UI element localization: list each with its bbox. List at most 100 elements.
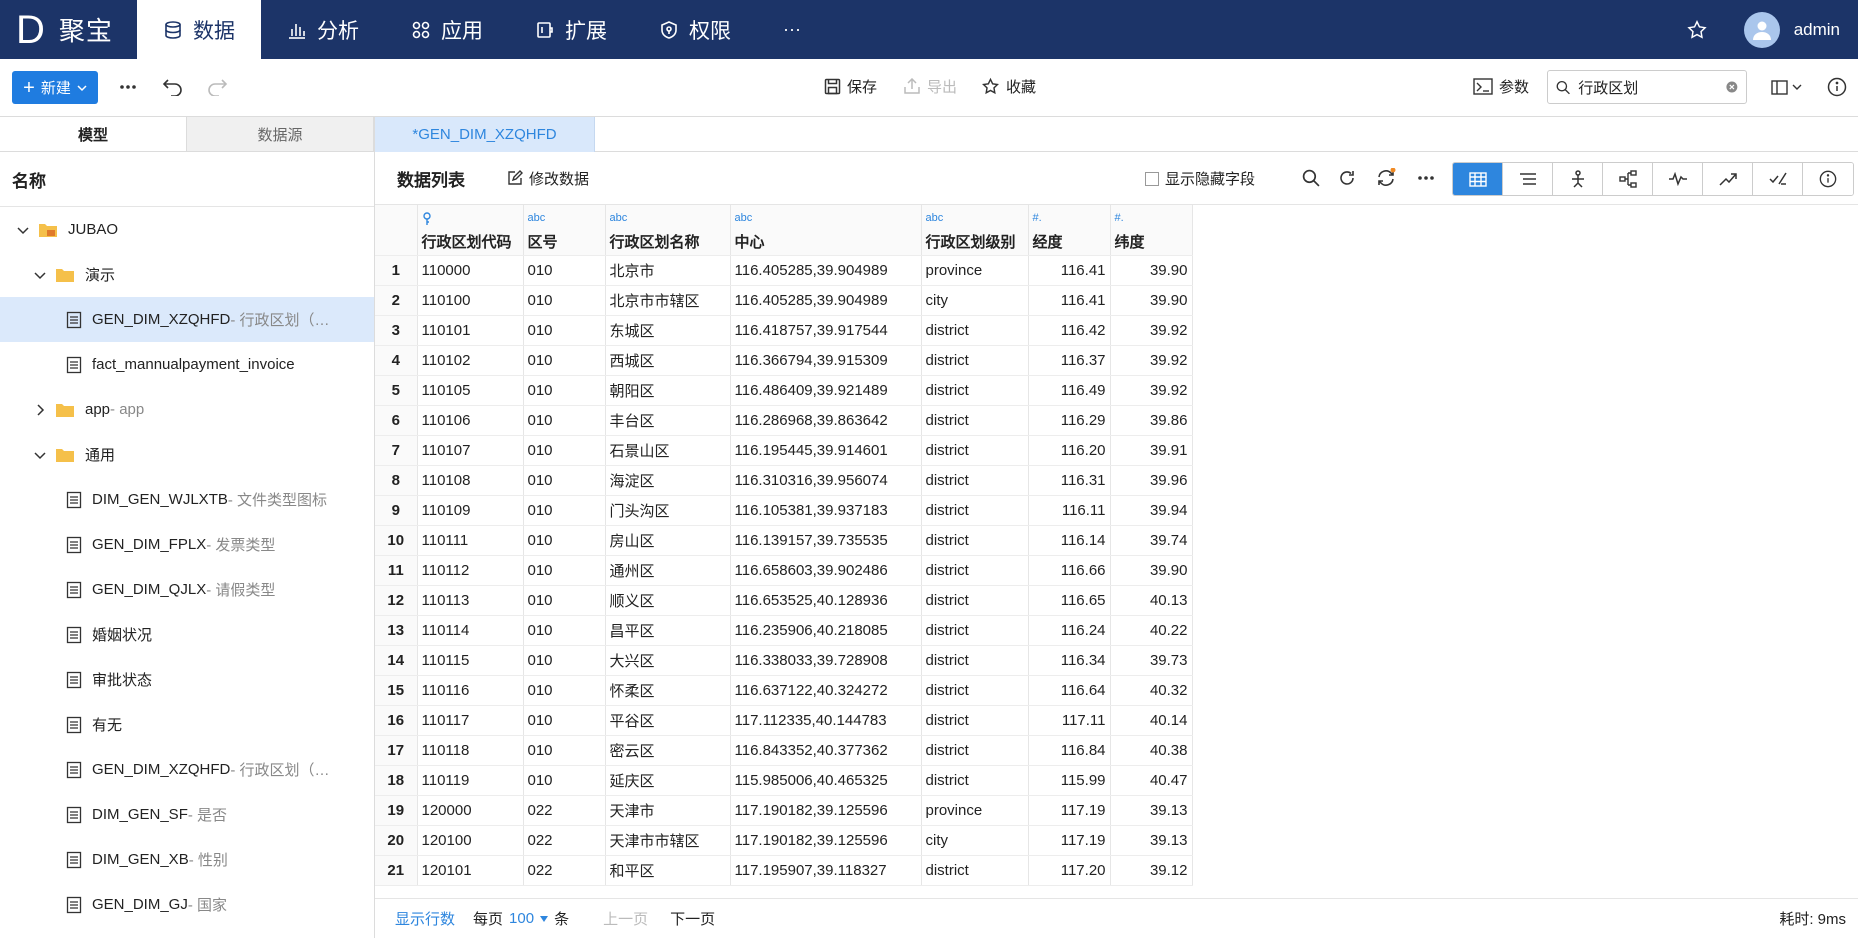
table-cell[interactable]: 117.20 [1028,855,1111,886]
table-cell[interactable]: city [921,285,1029,316]
table-cell[interactable]: 110113 [417,585,524,616]
table-cell[interactable]: 116.843352,40.377362 [730,735,922,766]
view-list-button[interactable] [1503,163,1553,195]
show-row-count-link[interactable]: 显示行数 [395,908,455,929]
table-row[interactable]: 18 110119 010 延庆区 115.985006,40.465325 distri… [375,765,1193,796]
table-cell[interactable]: 116.24 [1028,615,1111,646]
table-cell[interactable]: 010 [523,465,606,496]
table-cell[interactable]: city [921,825,1029,856]
table-row[interactable]: 16 110117 010 平谷区 117.112335,40.144783 distri… [375,705,1193,736]
table-cell[interactable]: 115.99 [1028,765,1111,796]
table-row[interactable]: 6 110106 010 丰台区 116.286968,39.863642 distric… [375,405,1193,436]
table-cell[interactable]: 010 [523,375,606,406]
table-cell[interactable]: 116.31 [1028,465,1111,496]
tree-table-item[interactable]: 审批状态 [0,657,374,702]
table-row[interactable]: 15 110116 010 怀柔区 116.637122,40.324272 distri… [375,675,1193,706]
table-cell[interactable]: 和平区 [605,855,731,886]
info-button[interactable] [1825,75,1849,99]
table-cell[interactable]: district [921,495,1029,526]
table-cell[interactable]: 116.366794,39.915309 [730,345,922,376]
table-cell[interactable]: 110108 [417,465,524,496]
tree-table-item[interactable]: 有无 [0,702,374,747]
layout-toggle-button[interactable] [1766,75,1806,99]
table-cell[interactable]: 40.38 [1110,735,1193,766]
nav-more-button[interactable]: ··· [757,0,827,59]
table-cell[interactable]: 110000 [417,255,524,286]
table-cell[interactable]: 40.22 [1110,615,1193,646]
table-cell[interactable]: district [921,345,1029,376]
table-cell[interactable]: 39.94 [1110,495,1193,526]
nav-tab-analysis[interactable]: 分析 [261,0,385,59]
table-cell[interactable]: 022 [523,825,606,856]
table-cell[interactable]: 116.637122,40.324272 [730,675,922,706]
table-cell[interactable]: 40.14 [1110,705,1193,736]
table-cell[interactable]: 天津市市辖区 [605,825,731,856]
page-size-value[interactable]: 100 [509,910,534,927]
params-button[interactable]: 参数 [1473,76,1529,97]
table-cell[interactable]: 110109 [417,495,524,526]
table-cell[interactable]: 40.47 [1110,765,1193,796]
view-relation-button[interactable] [1603,163,1653,195]
table-cell[interactable]: 010 [523,345,606,376]
table-cell[interactable]: 120000 [417,795,524,826]
table-cell[interactable]: 116.14 [1028,525,1111,556]
table-cell[interactable]: district [921,585,1029,616]
table-cell[interactable]: province [921,255,1029,286]
table-cell[interactable]: 110101 [417,315,524,346]
tree-table-item[interactable]: DIM_GEN_WJLXTB - 文件类型图标 [0,477,374,522]
table-cell[interactable]: 东城区 [605,315,731,346]
table-cell[interactable]: 010 [523,495,606,526]
column-header[interactable]: abc 行政区划名称 [605,205,731,256]
table-cell[interactable]: 010 [523,585,606,616]
table-cell[interactable]: 昌平区 [605,615,731,646]
table-cell[interactable]: 117.190182,39.125596 [730,825,922,856]
prev-page-button[interactable]: 上一页 [603,908,648,929]
table-row[interactable]: 8 110108 010 海淀区 116.310316,39.956074 distric… [375,465,1193,496]
nav-tab-data[interactable]: 数据 [137,0,261,59]
table-cell[interactable]: district [921,615,1029,646]
table-cell[interactable]: 39.92 [1110,315,1193,346]
table-cell[interactable]: 010 [523,255,606,286]
table-cell[interactable]: district [921,555,1029,586]
table-row[interactable]: 17 110118 010 密云区 116.843352,40.377362 distri… [375,735,1193,766]
table-cell[interactable]: 40.32 [1110,675,1193,706]
tree-folder-item[interactable]: 通用 [0,432,374,477]
table-cell[interactable]: district [921,765,1029,796]
table-cell[interactable]: district [921,705,1029,736]
new-button[interactable]: + 新建 [12,71,98,104]
table-cell[interactable]: 延庆区 [605,765,731,796]
table-cell[interactable]: district [921,525,1029,556]
table-row[interactable]: 14 110115 010 大兴区 116.338033,39.728908 distri… [375,645,1193,676]
table-cell[interactable]: 010 [523,555,606,586]
username[interactable]: admin [1794,20,1840,40]
search-data-button[interactable] [1299,166,1323,190]
table-cell[interactable]: 通州区 [605,555,731,586]
view-trend-button[interactable] [1703,163,1753,195]
table-cell[interactable]: district [921,855,1029,886]
view-lineage-button[interactable] [1553,163,1603,195]
table-cell[interactable]: 110116 [417,675,524,706]
tree-folder-item[interactable]: app - app [0,387,374,432]
table-cell[interactable]: 39.90 [1110,285,1193,316]
column-header[interactable]: abc 行政区划级别 [921,205,1029,256]
table-cell[interactable]: 010 [523,315,606,346]
table-cell[interactable]: 116.34 [1028,645,1111,676]
view-table-button[interactable] [1453,163,1503,195]
table-cell[interactable]: 39.13 [1110,795,1193,826]
search-box[interactable] [1547,70,1747,104]
table-row[interactable]: 5 110105 010 朝阳区 116.486409,39.921489 distric… [375,375,1193,406]
edit-data-button[interactable]: 修改数据 [507,168,589,189]
chevron-down-icon[interactable] [16,223,30,237]
chevron-down-icon[interactable] [33,268,47,282]
table-cell[interactable]: 116.105381,39.937183 [730,495,922,526]
table-cell[interactable]: 117.19 [1028,795,1111,826]
table-cell[interactable]: 39.12 [1110,855,1193,886]
more-options-button[interactable] [116,75,140,99]
table-cell[interactable]: 010 [523,435,606,466]
table-cell[interactable]: 39.91 [1110,435,1193,466]
table-cell[interactable]: 117.190182,39.125596 [730,795,922,826]
refresh-button[interactable] [1374,166,1398,190]
table-cell[interactable]: district [921,675,1029,706]
table-cell[interactable]: 116.41 [1028,255,1111,286]
table-row[interactable]: 4 110102 010 西城区 116.366794,39.915309 distric… [375,345,1193,376]
